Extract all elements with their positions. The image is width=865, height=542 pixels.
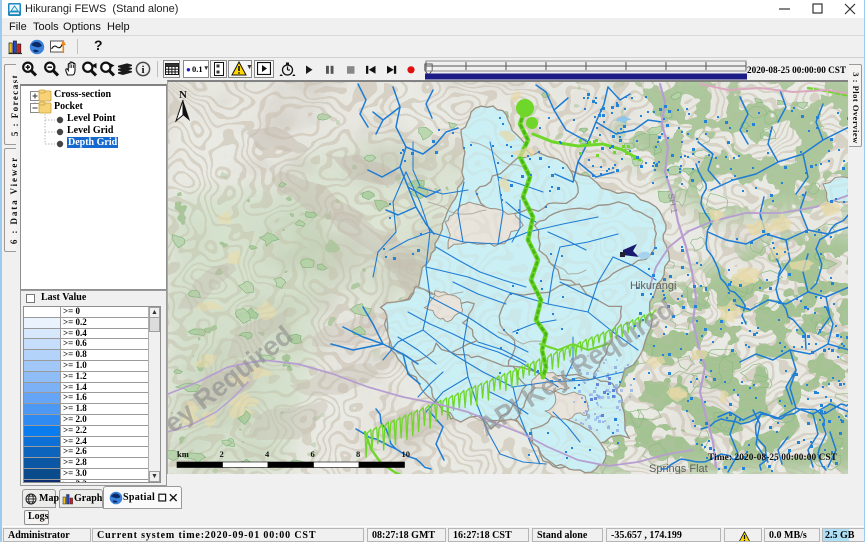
svg-text:Hikurangi: Hikurangi [630,280,676,292]
svg-text:i: i [141,64,144,76]
svg-text:10: 10 [402,449,411,459]
svg-text:8: 8 [356,449,360,459]
svg-text:Springs Flat: Springs Flat [649,463,708,474]
svg-text:2: 2 [220,449,224,459]
svg-text:km: km [177,449,189,459]
svg-text:N: N [179,89,187,101]
svg-text:Time: 2020-08-25 00:00:00 CST: Time: 2020-08-25 00:00:00 CST [708,453,838,463]
svg-text:6: 6 [311,449,315,459]
